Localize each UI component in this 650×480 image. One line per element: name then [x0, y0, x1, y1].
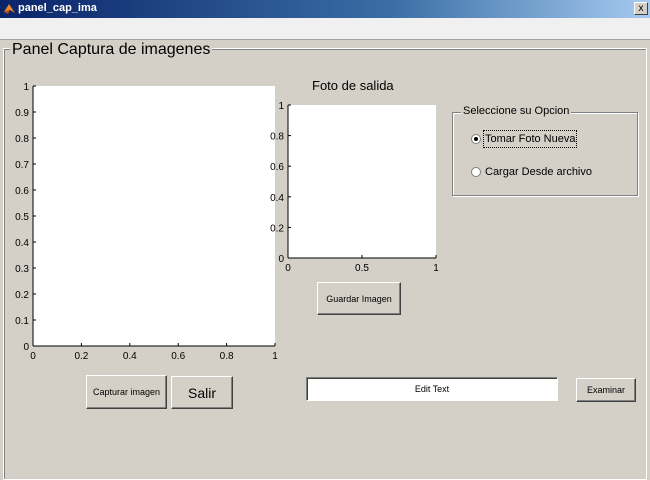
axes1-ytick-label: 0.6: [15, 186, 29, 197]
axes2-ytick-label: 1: [278, 101, 284, 112]
axes1-xtick-label: 0.4: [123, 351, 137, 362]
axes1-ytick-label: 0.1: [15, 316, 29, 327]
axes1-ytick-label: 1: [23, 82, 29, 93]
option-group: [452, 112, 638, 196]
axes1-ytick-label: 0.9: [15, 108, 29, 119]
axes2: 0 0.2 0.4 0.6 0.8 1 0 0.5 1: [270, 101, 439, 274]
radio-tomar-foto[interactable]: [471, 134, 481, 144]
axes2-ytick-label: 0.6: [270, 162, 284, 173]
axes2-ytick-label: 0.2: [270, 223, 284, 234]
file-path-input[interactable]: Edit Text: [306, 377, 558, 401]
axes2-xtick-label: 1: [433, 263, 439, 274]
axes1-plot-area: [33, 86, 275, 346]
capturar-imagen-button[interactable]: Capturar imagen: [86, 375, 167, 409]
axes2-xtick-label: 0: [285, 263, 291, 274]
option-group-title: Seleccione su Opcion: [461, 104, 572, 118]
axes1-xtick-label: 0: [30, 351, 36, 362]
axes1-ytick-label: 0.5: [15, 212, 29, 223]
axes2-ytick-label: 0.4: [270, 193, 284, 204]
axes1-xtick-label: 0.2: [74, 351, 88, 362]
axes2-ytick-label: 0: [278, 254, 284, 265]
radio-tomar-foto-label[interactable]: Tomar Foto Nueva: [482, 130, 578, 148]
axes1-ytick-label: 0: [23, 342, 29, 353]
examinar-button[interactable]: Examinar: [576, 378, 636, 402]
radio-cargar-archivo[interactable]: [471, 167, 481, 177]
axes2-plot-area: [288, 105, 436, 258]
axes1-xtick-label: 1: [272, 351, 278, 362]
axes1-xtick-label: 0.6: [171, 351, 185, 362]
axes1-ytick-label: 0.7: [15, 160, 29, 171]
axes2-ytick-label: 0.8: [270, 132, 284, 143]
axes1: 0 0.1 0.2 0.3 0.4 0.5 0.6 0.7 0.8 0.9 1 0 0.2 0.4 0.6…: [15, 82, 278, 362]
axes1-ytick-label: 0.2: [15, 290, 29, 301]
radio-cargar-archivo-label[interactable]: Cargar Desde archivo: [485, 165, 592, 179]
axes1-ytick-label: 0.4: [15, 238, 29, 249]
axes2-xtick-label: 0.5: [355, 263, 369, 274]
axes1-ytick-label: 0.3: [15, 264, 29, 275]
salir-button[interactable]: Salir: [171, 376, 233, 409]
guardar-imagen-button[interactable]: Guardar Imagen: [317, 282, 401, 315]
axes1-xtick-label: 0.8: [220, 351, 234, 362]
radio-selected-dot: [474, 137, 478, 141]
axes1-ytick-label: 0.8: [15, 134, 29, 145]
